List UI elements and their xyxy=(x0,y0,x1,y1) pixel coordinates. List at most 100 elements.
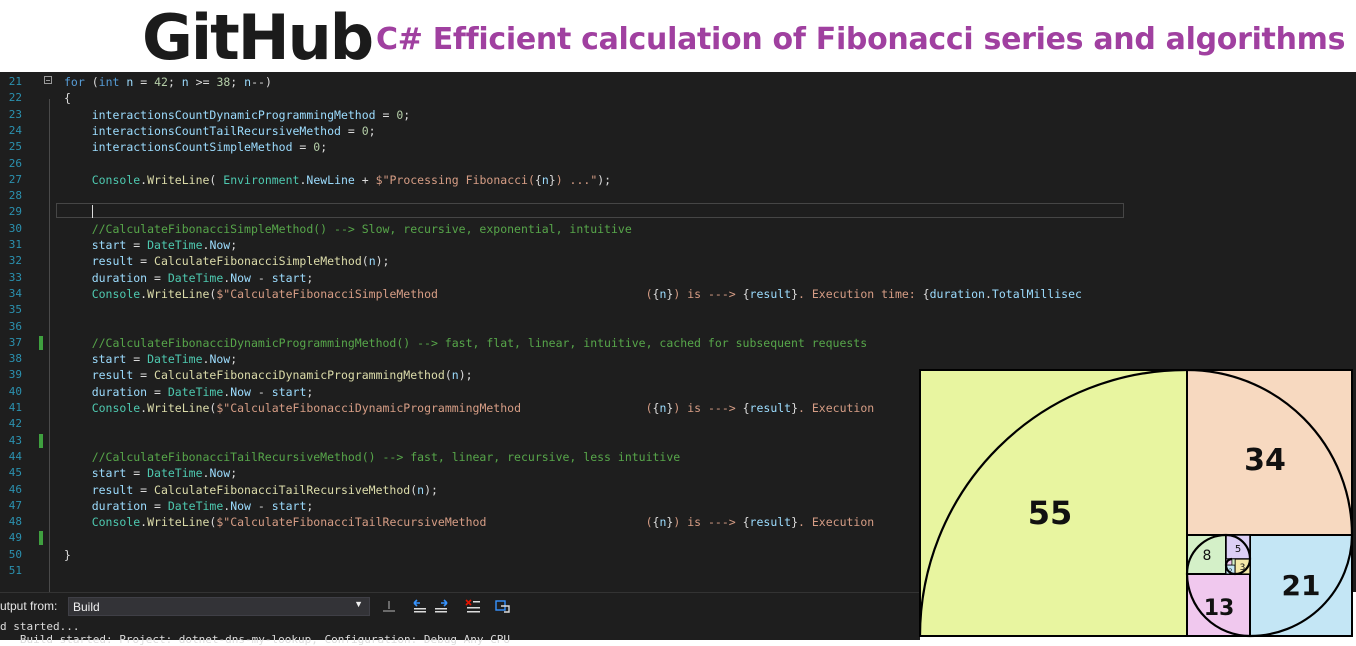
find-message-icon[interactable] xyxy=(380,598,398,616)
code-token: DateTime xyxy=(167,384,224,399)
code-text: Console.WriteLine($"CalculateFibonacciSi… xyxy=(64,286,1082,302)
code-token: Console xyxy=(91,515,141,530)
code-text: //CalculateFibonacciTailRecursiveMethod(… xyxy=(64,449,681,465)
code-token: NewLine xyxy=(306,172,355,187)
clear-all-icon[interactable] xyxy=(464,598,482,616)
code-token: DateTime xyxy=(167,498,224,513)
code-token: start xyxy=(91,352,127,367)
code-token: + xyxy=(354,172,376,187)
code-text: //CalculateFibonacciSimpleMethod() --> S… xyxy=(64,221,632,237)
line-number: 31 xyxy=(8,238,22,251)
code-line[interactable]: 26 xyxy=(0,156,1356,172)
line-number: 28 xyxy=(8,189,22,203)
code-line[interactable]: 36 xyxy=(0,319,1356,335)
code-token: ; xyxy=(306,384,314,399)
code-token: ) is ---> xyxy=(673,286,743,301)
banner: GitHub C# Efficient calculation of Fibon… xyxy=(0,0,1356,74)
code-token: start xyxy=(271,270,307,285)
code-token: } xyxy=(791,401,799,415)
line-number: 36 xyxy=(8,319,22,333)
code-token: = xyxy=(133,75,155,89)
code-token: } xyxy=(548,172,556,187)
code-token: interactionsCountSimpleMethod xyxy=(91,140,293,155)
tile-label-21: 21 xyxy=(1282,569,1321,602)
code-token: int xyxy=(98,75,120,89)
previous-message-icon[interactable] xyxy=(411,598,429,616)
code-token: Now xyxy=(230,384,251,399)
code-text: //CalculateFibonacciDynamicProgrammingMe… xyxy=(64,335,867,351)
output-source-select[interactable]: Build ▼ xyxy=(68,597,370,616)
code-token: ; xyxy=(167,75,182,89)
code-token: ( xyxy=(209,172,224,187)
code-token: { xyxy=(534,172,542,187)
code-line[interactable]: 37 //CalculateFibonacciDynamicProgrammin… xyxy=(0,335,1356,351)
line-number: 32 xyxy=(8,254,22,268)
output-text: d started... Build started: Project: dot… xyxy=(0,620,920,646)
line-number: 46 xyxy=(8,482,22,496)
code-line[interactable]: 31 start = DateTime.Now; xyxy=(0,237,1356,253)
code-text: start = DateTime.Now; xyxy=(64,465,237,481)
code-token: DateTime xyxy=(147,466,203,481)
change-marker xyxy=(39,335,43,350)
line-number: 30 xyxy=(8,221,22,235)
code-line[interactable]: 28 xyxy=(0,188,1356,204)
code-line[interactable]: 27 Console.WriteLine( Environment.NewLin… xyxy=(0,172,1356,188)
code-token: result xyxy=(749,401,792,415)
line-number: 47 xyxy=(8,498,22,512)
code-line[interactable]: 29 xyxy=(0,204,1356,220)
code-text: } xyxy=(64,547,71,563)
code-token: ( xyxy=(84,75,99,89)
code-line[interactable]: 23 interactionsCountDynamicProgrammingMe… xyxy=(0,107,1356,123)
code-token: ; xyxy=(230,238,238,252)
code-token: WriteLine xyxy=(147,401,210,415)
code-token: = xyxy=(133,482,155,497)
code-token: start xyxy=(91,466,127,481)
code-line[interactable]: 33 duration = DateTime.Now - start; xyxy=(0,270,1356,286)
code-token: Now xyxy=(209,238,231,252)
output-source-value: Build xyxy=(73,600,100,614)
code-token: n xyxy=(368,254,376,269)
code-line[interactable]: 21 for (int n = 42; n >= 38; n--) xyxy=(0,74,1356,90)
output-toolbar: utput from: Build ▼ xyxy=(0,592,920,621)
code-token: = xyxy=(126,352,148,367)
code-line[interactable]: 30 //CalculateFibonacciSimpleMethod() --… xyxy=(0,221,1356,237)
code-token: $"CalculateFibonacciDynamicProgrammingMe… xyxy=(216,401,653,415)
next-message-icon[interactable] xyxy=(432,598,450,616)
code-token: start xyxy=(91,238,127,252)
code-token: ); xyxy=(458,368,473,383)
code-token: ) is ---> xyxy=(673,515,743,530)
code-line[interactable]: 34 Console.WriteLine($"CalculateFibonacc… xyxy=(0,286,1356,302)
code-token: ( xyxy=(361,254,369,269)
code-token: interactionsCountTailRecursiveMethod xyxy=(91,123,341,138)
code-line[interactable]: 32 result = CalculateFibonacciSimpleMeth… xyxy=(0,253,1356,269)
line-number: 34 xyxy=(8,286,22,300)
code-token: Now xyxy=(209,466,231,481)
code-line[interactable]: 24 interactionsCountTailRecursiveMethod … xyxy=(0,123,1356,139)
code-line[interactable]: 35 xyxy=(0,302,1356,318)
code-text: Console.WriteLine($"CalculateFibonacciTa… xyxy=(64,514,881,530)
code-line[interactable]: 38 start = DateTime.Now; xyxy=(0,351,1356,367)
code-text: result = CalculateFibonacciTailRecursive… xyxy=(64,482,438,498)
code-token: result xyxy=(91,254,134,269)
code-token: = xyxy=(126,466,148,481)
code-token: - xyxy=(250,270,272,285)
code-token: { xyxy=(742,401,750,415)
code-token: = xyxy=(133,254,155,269)
code-text: duration = DateTime.Now - start; xyxy=(64,384,314,400)
code-text: duration = DateTime.Now - start; xyxy=(64,270,314,286)
code-token: = xyxy=(340,123,362,138)
line-number: 41 xyxy=(8,401,22,414)
word-wrap-icon[interactable] xyxy=(494,598,512,616)
code-line[interactable]: 22 { xyxy=(0,90,1356,106)
tile-label-13: 13 xyxy=(1204,596,1235,621)
code-token: ; xyxy=(230,466,238,481)
code-line[interactable]: 25 interactionsCountSimpleMethod = 0; xyxy=(0,139,1356,155)
line-number: 35 xyxy=(8,303,22,317)
